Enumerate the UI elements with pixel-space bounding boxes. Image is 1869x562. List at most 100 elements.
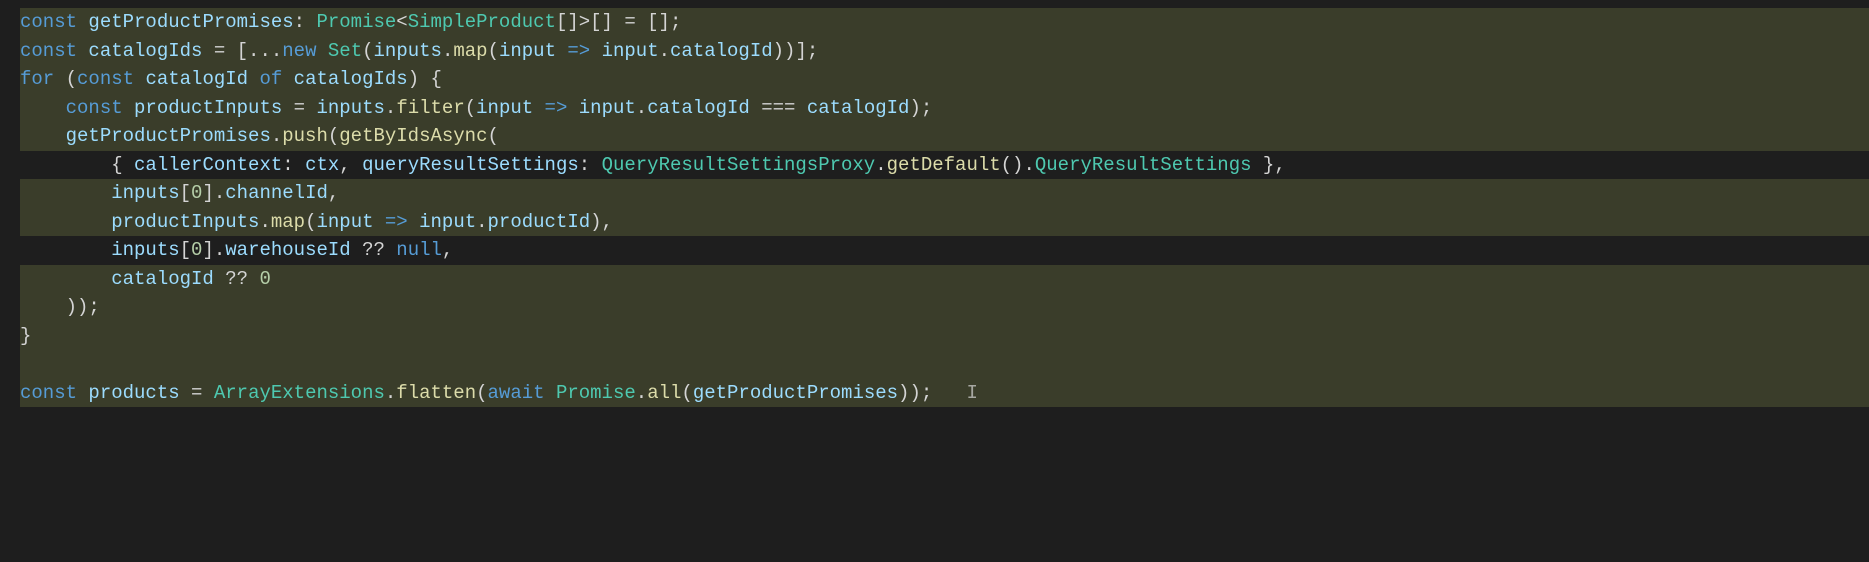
- code-token: for: [20, 68, 66, 90]
- code-token: catalogId: [647, 97, 750, 119]
- code-token: catalogId: [807, 97, 910, 119]
- code-token: :: [294, 11, 317, 33]
- code-line[interactable]: [20, 350, 1869, 379]
- code-token: SimpleProduct: [408, 11, 556, 33]
- code-line[interactable]: const productInputs = inputs.filter(inpu…: [20, 94, 1869, 123]
- code-token: getByIdsAsync: [339, 125, 487, 147]
- code-token: null: [396, 239, 442, 261]
- code-token: ArrayExtensions: [214, 382, 385, 404]
- code-line[interactable]: productInputs.map(input => input.product…: [20, 208, 1869, 237]
- code-token: <: [396, 11, 407, 33]
- code-token: (: [476, 382, 487, 404]
- code-token: ) {: [408, 68, 442, 90]
- code-token: getProductPromises: [88, 11, 293, 33]
- code-token: );: [909, 97, 932, 119]
- code-token: []>[] = [];: [556, 11, 681, 33]
- code-token: :: [579, 154, 602, 176]
- code-token: input: [602, 40, 659, 62]
- code-token: all: [647, 382, 681, 404]
- code-token: :: [282, 154, 305, 176]
- code-token: {: [20, 154, 134, 176]
- code-line[interactable]: inputs[0].channelId,: [20, 179, 1869, 208]
- code-token: const: [66, 97, 134, 119]
- code-token: const: [20, 382, 88, 404]
- code-token: input: [419, 211, 476, 233]
- code-token: .: [659, 40, 670, 62]
- code-token: getDefault: [887, 154, 1001, 176]
- code-token: =>: [374, 211, 420, 233]
- code-token: QueryResultSettings: [1035, 154, 1252, 176]
- code-token: ,: [339, 154, 362, 176]
- code-token: 0: [191, 239, 202, 261]
- code-token: catalogId: [670, 40, 773, 62]
- code-line[interactable]: const catalogIds = [...new Set(inputs.ma…: [20, 37, 1869, 66]
- code-token: catalogId: [111, 268, 214, 290]
- code-token: Set: [328, 40, 362, 62]
- code-line[interactable]: ));: [20, 293, 1869, 322]
- code-line[interactable]: }: [20, 322, 1869, 351]
- code-token: const: [20, 11, 88, 33]
- code-line[interactable]: const products = ArrayExtensions.flatten…: [20, 379, 1869, 408]
- code-token: ,: [442, 239, 453, 261]
- code-token: ().: [1001, 154, 1035, 176]
- code-token: (: [305, 211, 316, 233]
- code-token: [20, 211, 111, 233]
- code-token: (: [362, 40, 373, 62]
- code-token: ].: [202, 182, 225, 204]
- code-token: Promise: [316, 11, 396, 33]
- code-token: [: [180, 239, 191, 261]
- code-token: (: [681, 382, 692, 404]
- code-token: Promise: [556, 382, 636, 404]
- code-token: .: [271, 125, 282, 147]
- code-token: ===: [750, 97, 807, 119]
- code-token: [20, 125, 66, 147]
- code-token: catalogIds: [294, 68, 408, 90]
- code-token: (: [488, 125, 499, 147]
- code-token: ??: [351, 239, 397, 261]
- code-token: =>: [533, 97, 579, 119]
- code-token: callerContext: [134, 154, 282, 176]
- code-token: input: [316, 211, 373, 233]
- code-token: input: [579, 97, 636, 119]
- code-token: getProductPromises: [693, 382, 898, 404]
- code-token: [20, 239, 111, 261]
- code-token: of: [248, 68, 294, 90]
- code-line[interactable]: const getProductPromises: Promise<Simple…: [20, 8, 1869, 37]
- code-token: inputs: [111, 182, 179, 204]
- code-token: map: [271, 211, 305, 233]
- code-token: [20, 182, 111, 204]
- code-token: .: [259, 211, 270, 233]
- code-token: .: [636, 97, 647, 119]
- code-token: await: [488, 382, 556, 404]
- code-line[interactable]: catalogId ?? 0: [20, 265, 1869, 294]
- code-token: catalogId: [145, 68, 248, 90]
- code-line[interactable]: inputs[0].warehouseId ?? null,: [20, 236, 1869, 265]
- code-token: =>: [556, 40, 602, 62]
- code-token: productInputs: [134, 97, 282, 119]
- code-token: = [...: [202, 40, 282, 62]
- code-token: }: [20, 325, 31, 347]
- code-token: warehouseId: [225, 239, 350, 261]
- code-token: const: [20, 40, 88, 62]
- code-token: flatten: [396, 382, 476, 404]
- code-token: .: [385, 382, 396, 404]
- code-token: channelId: [225, 182, 328, 204]
- code-line[interactable]: for (const catalogId of catalogIds) {: [20, 65, 1869, 94]
- code-token: (: [465, 97, 476, 119]
- code-token: [: [180, 182, 191, 204]
- code-token: .: [636, 382, 647, 404]
- code-editor[interactable]: const getProductPromises: Promise<Simple…: [0, 0, 1869, 415]
- code-token: new: [282, 40, 328, 62]
- code-token: [20, 268, 111, 290]
- code-token: [20, 97, 66, 119]
- code-content[interactable]: const getProductPromises: Promise<Simple…: [20, 8, 1869, 407]
- code-token: input: [476, 97, 533, 119]
- code-line[interactable]: { callerContext: ctx, queryResultSetting…: [20, 151, 1869, 180]
- code-token: (: [328, 125, 339, 147]
- code-token: inputs: [374, 40, 442, 62]
- code-token: QueryResultSettingsProxy: [602, 154, 876, 176]
- code-token: ].: [202, 239, 225, 261]
- code-token: inputs: [111, 239, 179, 261]
- code-line[interactable]: getProductPromises.push(getByIdsAsync(: [20, 122, 1869, 151]
- code-token: ));: [898, 382, 932, 404]
